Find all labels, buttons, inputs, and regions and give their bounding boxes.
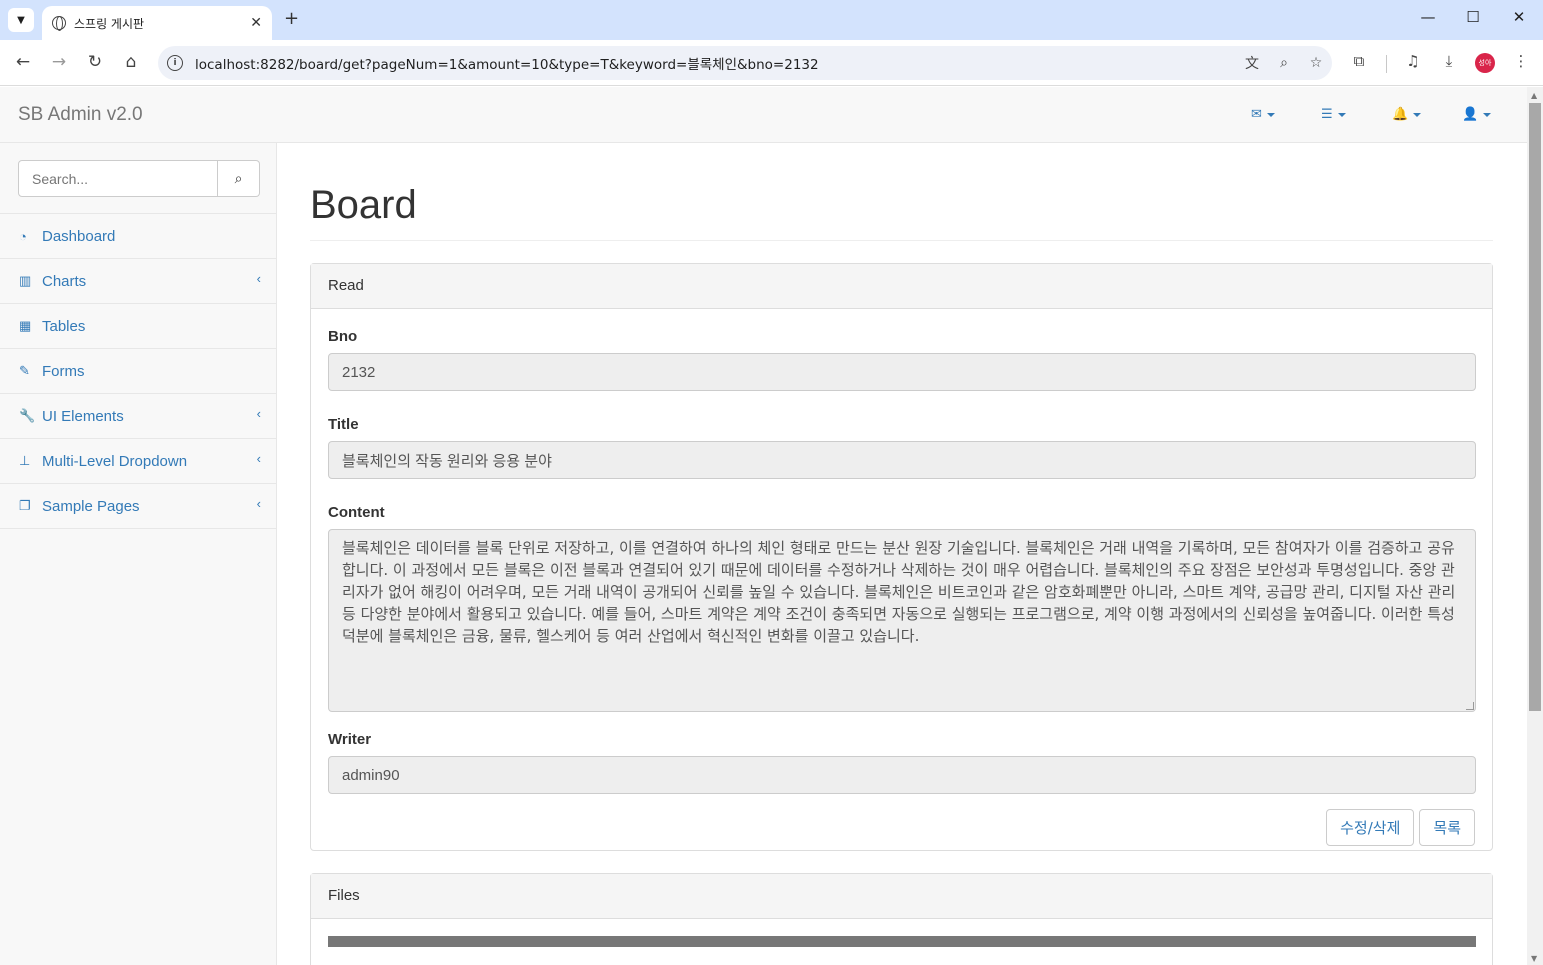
envelope-icon: ✉ [1251,107,1262,122]
sidebar-item-label: Tables [42,317,86,335]
browser-toolbar: ← → ↻ ⌂ i localhost:8282/board/get?pageN… [0,40,1543,86]
modify-button[interactable]: 수정/삭제 [1326,809,1415,846]
sidebar-item-charts[interactable]: ▥ Charts ‹ [0,259,277,304]
sitemap-icon: ⊥ [19,453,31,468]
profile-avatar[interactable]: 성아 [1475,53,1495,73]
sidebar-item-label: UI Elements [42,407,124,425]
chevron-left-icon: ‹ [256,496,261,511]
search-icon: ⌕ [234,170,243,187]
toolbar-separator [1386,55,1387,73]
writer-label: Writer [328,731,372,748]
download-icon[interactable]: ⤓ [1436,52,1462,70]
scroll-down-icon[interactable]: ▼ [1531,954,1537,963]
chevron-left-icon: ‹ [256,406,261,421]
bno-label: Bno [328,328,358,345]
files-panel: Files [310,873,1493,965]
files-bar [328,936,1476,947]
alerts-dropdown[interactable]: 🔔 [1392,107,1422,122]
edit-icon: ✎ [19,363,30,378]
search-input[interactable] [18,160,218,197]
translate-icon[interactable]: 文 [1236,53,1268,73]
back-icon[interactable]: ← [11,52,35,72]
dashboard-icon: ◔ [19,228,27,244]
bno-field[interactable]: 2132 [328,353,1476,391]
close-tab-icon[interactable]: ✕ [250,15,262,31]
site-info-icon[interactable]: i [167,55,183,71]
new-tab-button[interactable]: + [284,8,299,29]
read-panel-body: Bno 2132 Title 블록체인의 작동 원리와 응용 분야 Conten… [311,309,1492,864]
wrench-icon: 🔧 [19,408,36,423]
user-icon: 👤 [1462,107,1479,122]
sidebar-item-label: Dashboard [42,227,116,245]
sidebar-item-sample-pages[interactable]: ❐ Sample Pages ‹ [0,484,277,529]
tasks-dropdown[interactable]: ☰ [1321,107,1346,122]
maximize-button[interactable]: ☐ [1458,8,1488,26]
messages-dropdown[interactable]: ✉ [1251,107,1275,122]
zoom-icon[interactable]: ⌕ [1268,55,1300,71]
sidebar-item-tables[interactable]: ▦ Tables [0,304,277,349]
sidebar-search: ⌕ [18,160,260,197]
forward-icon[interactable]: → [47,52,71,72]
media-control-icon[interactable]: ♫ [1400,52,1426,70]
content-text: 블록체인은 데이터를 블록 단위로 저장하고, 이를 연결하여 하나의 체인 형… [342,539,1456,645]
title-field[interactable]: 블록체인의 작동 원리와 응용 분야 [328,441,1476,479]
content-textarea[interactable]: 블록체인은 데이터를 블록 단위로 저장하고, 이를 연결하여 하나의 체인 형… [328,529,1476,712]
sidebar-item-label: Forms [42,362,85,380]
bookmark-star-icon[interactable]: ☆ [1300,55,1332,71]
table-icon: ▦ [19,318,32,333]
read-panel-heading: Read [311,264,1492,309]
chevron-left-icon: ‹ [256,271,261,286]
files-panel-body [311,919,1492,965]
resize-handle[interactable] [1466,702,1474,710]
tab-title: 스프링 게시판 [74,16,145,31]
user-dropdown[interactable]: 👤 [1462,107,1492,122]
browser-menu-icon[interactable]: ⋮ [1508,52,1534,70]
caret-down-icon [1483,112,1492,117]
sidebar-item-dashboard[interactable]: ◔ Dashboard [0,214,277,259]
sidebar-item-label: Multi-Level Dropdown [42,452,188,470]
sidebar-menu: ◔ Dashboard ▥ Charts ‹ ▦ Tables ✎ Forms … [0,213,277,529]
close-window-button[interactable]: ✕ [1504,8,1534,26]
caret-down-icon [1413,112,1422,117]
url-text[interactable]: localhost:8282/board/get?pageNum=1&amoun… [195,53,1236,73]
files-panel-heading: Files [311,874,1492,919]
bell-icon: 🔔 [1392,107,1409,122]
sidebar: ⌕ ◔ Dashboard ▥ Charts ‹ ▦ Tables ✎ Form… [0,143,277,965]
sidebar-item-label: Charts [42,272,87,290]
sidebar-item-forms[interactable]: ✎ Forms [0,349,277,394]
tab-search-button[interactable]: ▼ [8,8,34,32]
writer-field[interactable]: admin90 [328,756,1476,794]
bar-chart-icon: ▥ [19,273,32,288]
top-navbar: SB Admin v2.0 ✉ ☰ 🔔 👤 [0,87,1527,143]
search-button[interactable]: ⌕ [218,160,260,197]
sidebar-item-ui-elements[interactable]: 🔧 UI Elements ‹ [0,394,277,439]
browser-tab[interactable]: 스프링 게시판 ✕ [42,6,272,40]
extensions-icon[interactable]: ⧉ [1346,52,1372,70]
read-panel: Read Bno 2132 Title 블록체인의 작동 원리와 응용 분야 C… [310,263,1493,851]
caret-down-icon [1266,112,1275,117]
caret-down-icon [1337,112,1346,117]
scroll-thumb[interactable] [1529,103,1541,711]
browser-tab-strip: ▼ 스프링 게시판 ✕ + — ☐ ✕ [0,0,1543,40]
page-title: Board [310,183,417,227]
tasks-icon: ☰ [1321,107,1333,122]
list-button[interactable]: 목록 [1419,809,1475,846]
globe-icon [52,16,66,31]
page-scrollbar[interactable]: ▲ ▼ [1527,87,1543,965]
chevron-left-icon: ‹ [256,451,261,466]
files-icon: ❐ [19,498,31,513]
home-icon[interactable]: ⌂ [119,52,143,72]
page-header: Board [310,183,1493,241]
sidebar-item-label: Sample Pages [42,497,140,515]
address-bar[interactable]: i localhost:8282/board/get?pageNum=1&amo… [158,46,1332,80]
app-brand[interactable]: SB Admin v2.0 [18,104,143,126]
web-page: SB Admin v2.0 ✉ ☰ 🔔 👤 ⌕ ◔ Dashboard ▥ [0,87,1527,965]
reload-icon[interactable]: ↻ [83,52,107,72]
action-buttons: 수정/삭제 목록 [328,809,1475,846]
sidebar-item-multi-level-dropdown[interactable]: ⊥ Multi-Level Dropdown ‹ [0,439,277,484]
scroll-up-icon[interactable]: ▲ [1531,91,1537,100]
minimize-button[interactable]: — [1413,8,1443,26]
content-label: Content [328,504,385,521]
title-label: Title [328,416,359,433]
